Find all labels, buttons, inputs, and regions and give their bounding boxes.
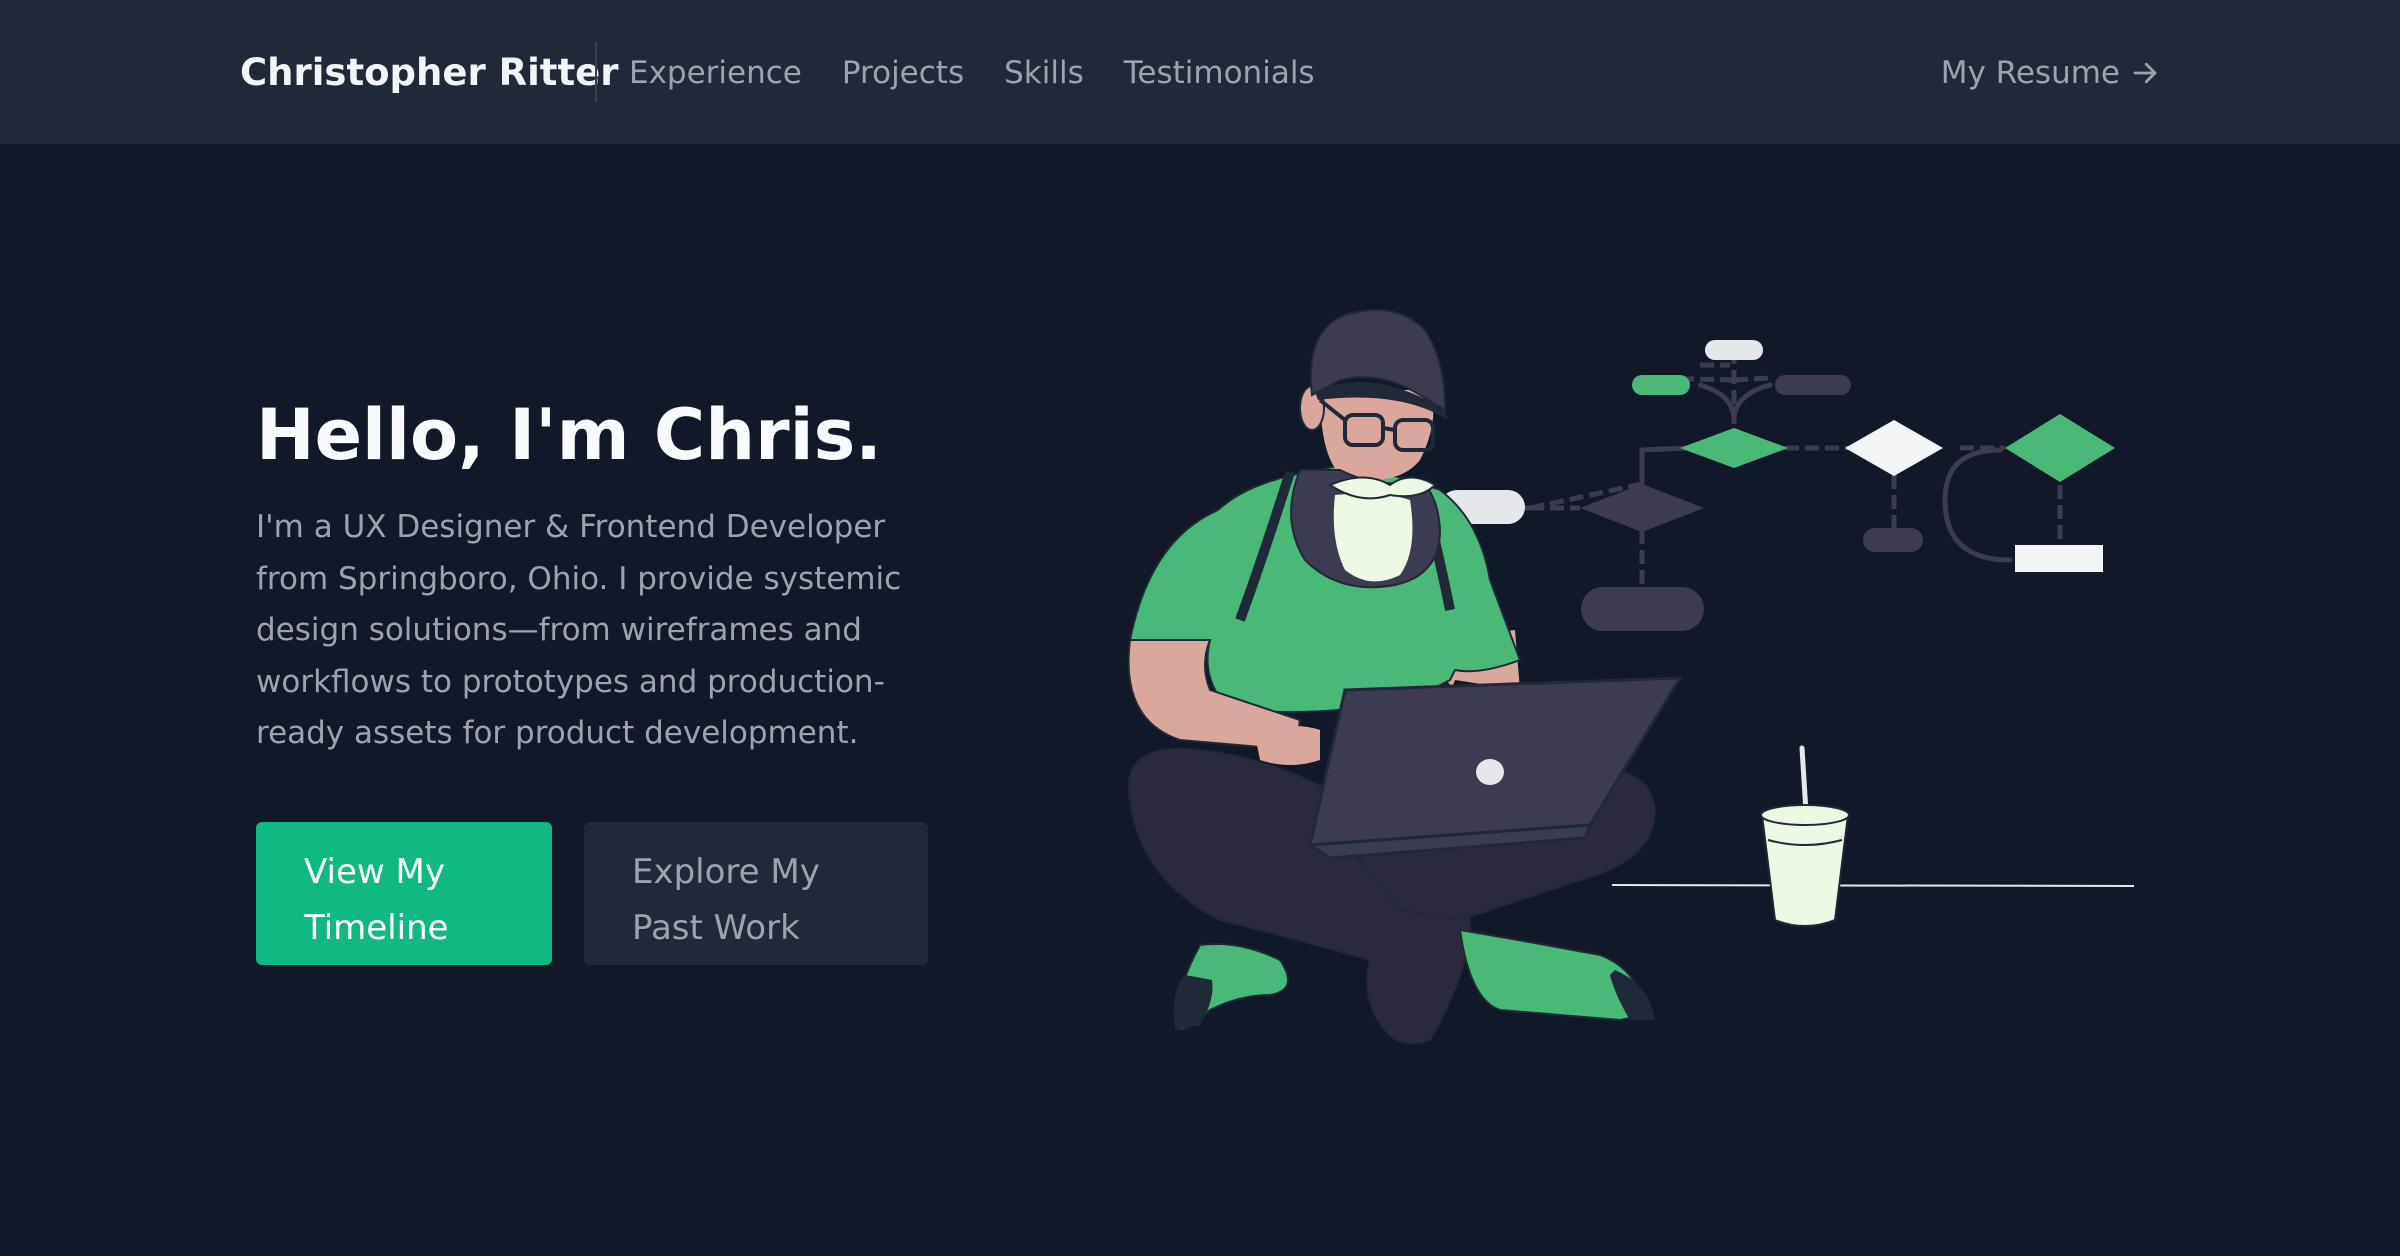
nav-divider	[595, 42, 597, 102]
hero-title: Hello, I'm Chris.	[256, 394, 882, 476]
nav-link-projects[interactable]: Projects	[842, 48, 964, 98]
person-illustration	[1127, 309, 1683, 1045]
hero-illustration	[1127, 309, 2135, 1045]
explore-past-work-button[interactable]: Explore My Past Work	[584, 822, 928, 965]
flowchart-diagram	[1440, 340, 2115, 631]
ground-line	[1611, 884, 2135, 887]
hero-description: I'm a UX Designer & Frontend Developer f…	[256, 509, 902, 751]
navbar: Christopher Ritter Experience Projects S…	[0, 0, 2400, 144]
nav-link-experience[interactable]: Experience	[629, 48, 802, 98]
nav-link-skills[interactable]: Skills	[1004, 48, 1084, 98]
nav-links: Experience Projects Skills Testimonials	[629, 48, 1315, 98]
nav-link-testimonials[interactable]: Testimonials	[1124, 48, 1315, 98]
brand-link[interactable]: Christopher Ritter	[240, 48, 619, 98]
cup-icon	[1760, 745, 1850, 927]
view-timeline-button[interactable]: View My Timeline	[256, 822, 552, 965]
resume-label: My Resume	[1940, 55, 2120, 91]
arrow-right-icon	[2133, 62, 2157, 84]
resume-link[interactable]: My Resume	[1941, 48, 2160, 98]
page: Christopher Ritter Experience Projects S…	[0, 0, 2400, 1256]
